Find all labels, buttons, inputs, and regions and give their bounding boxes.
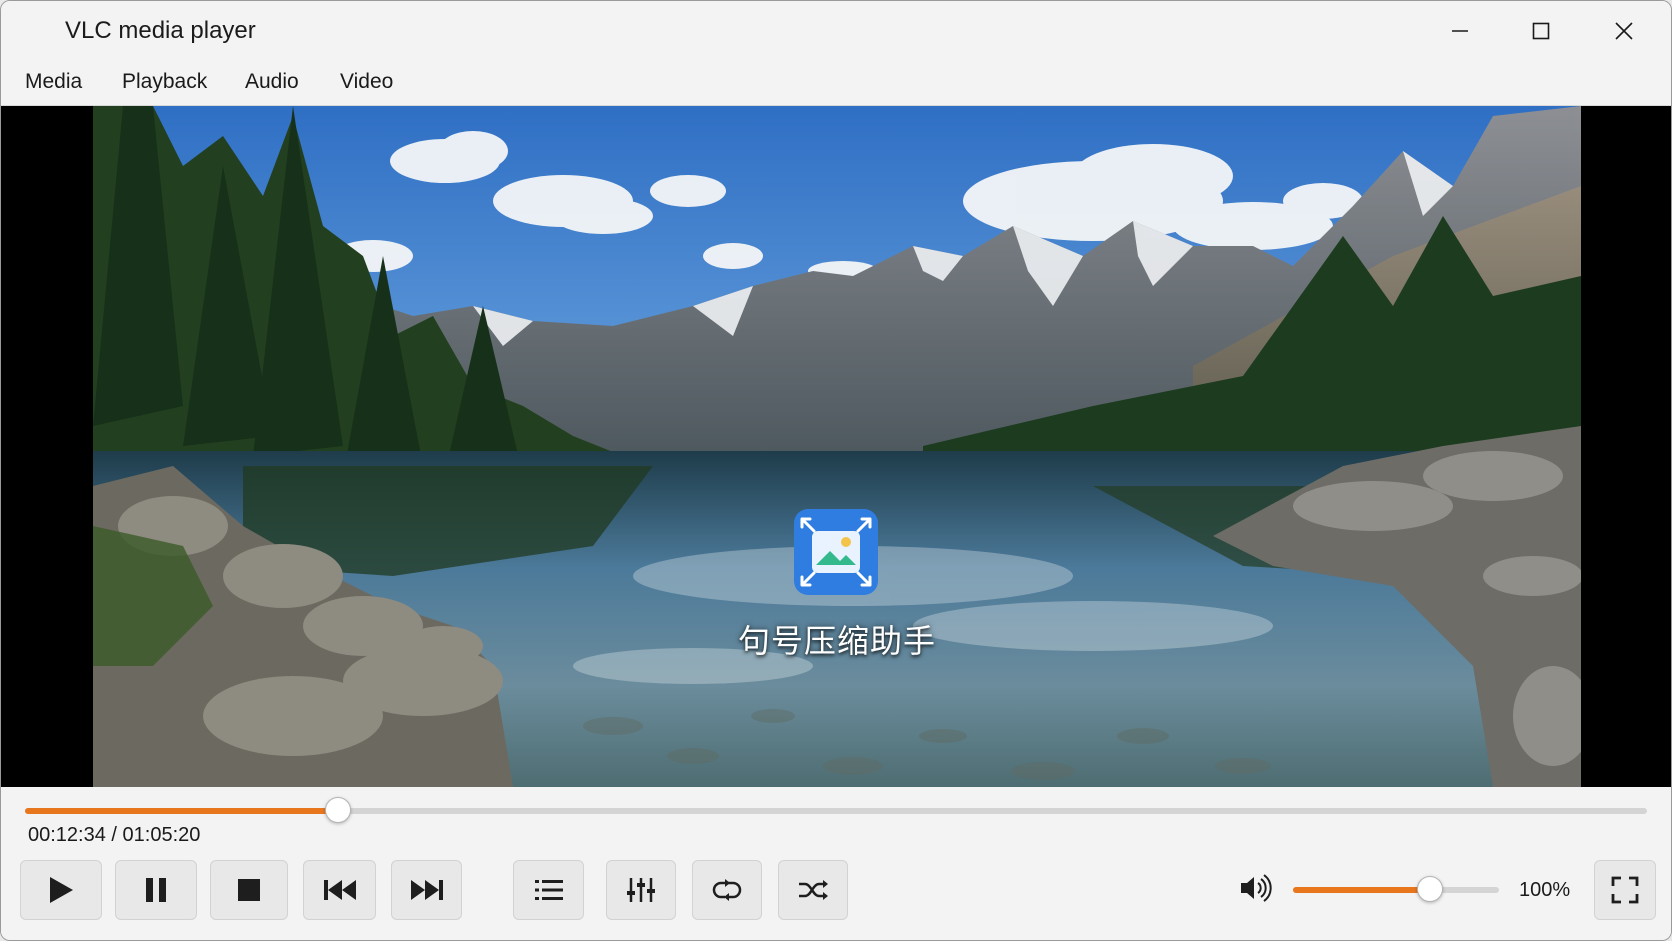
- equalizer-icon: [627, 878, 655, 902]
- current-time: 00:12:34: [28, 824, 106, 846]
- menu-playback[interactable]: Playback: [118, 70, 211, 94]
- equalizer-button[interactable]: [606, 860, 676, 920]
- next-icon: [410, 880, 443, 900]
- pause-icon: [146, 878, 166, 902]
- vlc-window: VLC media player Media Playback Audio Vi…: [0, 0, 1672, 941]
- loop-button[interactable]: [692, 860, 762, 920]
- seek-handle[interactable]: [325, 797, 352, 823]
- maximize-button[interactable]: [1506, 11, 1576, 51]
- previous-icon: [323, 880, 356, 900]
- volume-handle[interactable]: [1416, 876, 1443, 902]
- play-icon: [50, 877, 73, 903]
- video-frame: [93, 106, 1581, 787]
- next-button[interactable]: [391, 860, 462, 920]
- menu-video[interactable]: Video: [336, 70, 397, 94]
- volume-level: [1293, 887, 1429, 893]
- minimize-icon: [1452, 30, 1468, 32]
- total-time: 01:05:20: [122, 824, 201, 846]
- time-display: 00:12:34 / 01:05:20: [28, 824, 200, 847]
- volume-icon[interactable]: [1239, 874, 1273, 902]
- control-panel: 00:12:34 / 01:05:20 100%: [1, 787, 1671, 940]
- title-bar: VLC media player: [1, 1, 1671, 59]
- maximize-icon: [1532, 22, 1550, 40]
- seek-progress: [25, 808, 338, 814]
- fullscreen-button[interactable]: [1594, 860, 1656, 920]
- volume-percent: 100%: [1519, 879, 1571, 901]
- minimize-button[interactable]: [1425, 11, 1495, 51]
- play-button[interactable]: [20, 860, 102, 920]
- shuffle-icon: [799, 880, 828, 900]
- fullscreen-icon: [1611, 876, 1639, 904]
- volume-slider[interactable]: [1293, 876, 1499, 902]
- image-compress-logo: [794, 509, 878, 595]
- pause-button[interactable]: [115, 860, 197, 920]
- window-title: VLC media player: [65, 17, 256, 44]
- menu-media[interactable]: Media: [21, 70, 86, 94]
- loop-icon: [712, 879, 742, 901]
- menu-audio[interactable]: Audio: [241, 70, 303, 94]
- seek-bar[interactable]: [25, 797, 1647, 823]
- previous-button[interactable]: [303, 860, 376, 920]
- menu-bar: Media Playback Audio Video: [1, 59, 1671, 106]
- shuffle-button[interactable]: [778, 860, 848, 920]
- close-button[interactable]: [1589, 11, 1659, 51]
- stop-icon: [238, 879, 260, 901]
- time-separator: /: [105, 824, 123, 846]
- video-area[interactable]: 句号压缩助手: [1, 106, 1671, 787]
- overlay-watermark-text: 句号压缩助手: [737, 622, 936, 660]
- playlist-icon: [534, 880, 563, 900]
- playlist-button[interactable]: [513, 860, 584, 920]
- close-icon: [1615, 22, 1633, 40]
- stop-button[interactable]: [210, 860, 288, 920]
